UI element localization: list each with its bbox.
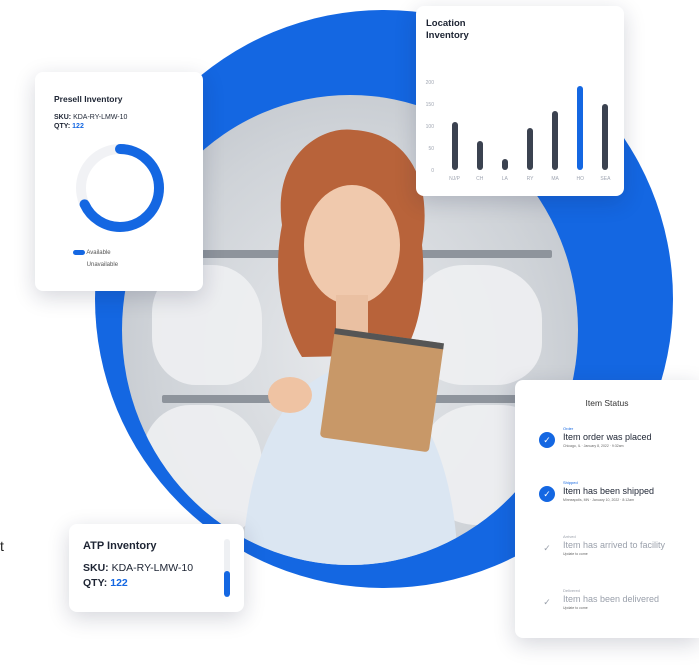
location-x-tick: RY — [526, 176, 534, 182]
check-icon: ✓ — [539, 594, 555, 610]
status-stage: Delivered — [563, 588, 580, 593]
location-bar-ch — [476, 141, 483, 170]
location-inventory-card: Location Inventory 200 150 100 50 0 NJ/P CH LA… — [416, 6, 624, 196]
stray-text: t — [0, 538, 4, 554]
location-bar-ry — [527, 128, 533, 170]
status-subtext: Update to come — [563, 552, 588, 556]
item-status-card: Item Status ✓ Order Item order was placed C… — [515, 380, 699, 638]
presell-sku-value: KDA-RY-LMW-10 — [73, 114, 128, 121]
location-x-axis: NJ/P CH LA RY MA HO SEA — [442, 176, 618, 184]
status-title-text: Item has been delivered — [563, 594, 660, 604]
location-title-line2: Inventory — [426, 30, 469, 41]
check-icon: ✓ — [539, 432, 555, 448]
presell-qty-value: 122 — [72, 123, 84, 130]
location-y-tick: 0 — [431, 168, 434, 174]
atp-sku-value: KDA-RY-LMW-10 — [111, 562, 194, 574]
status-title: Item Status — [585, 398, 629, 408]
legend-available-swatch — [73, 250, 85, 255]
legend-available-label: Available — [86, 250, 111, 257]
status-subtext: Chicago, IL · January 8, 2022 · 9:32am — [563, 444, 624, 448]
status-title-text: Item has arrived to facility — [563, 540, 666, 550]
location-bar-sea — [602, 104, 609, 170]
location-x-tick: NJ/P — [449, 176, 460, 182]
check-icon: ✓ — [539, 486, 555, 502]
check-icon: ✓ — [539, 540, 555, 556]
status-subtext: Update to come — [563, 606, 588, 610]
location-x-tick: SEA — [600, 176, 611, 182]
presell-inventory-card: Presell Inventory SKU: KDA-RY-LMW-10 QTY… — [35, 72, 203, 291]
atp-level-fill — [224, 570, 230, 597]
location-y-tick: 150 — [425, 102, 434, 108]
status-subtext: Minneapolis, MN · January 10, 2022 · 8:1… — [563, 498, 635, 502]
location-bar-njp — [451, 121, 458, 170]
location-x-tick: LA — [501, 176, 508, 182]
atp-qty-label: QTY: — [83, 577, 108, 589]
status-stage: Arrived — [563, 534, 576, 539]
status-stage: Shipped — [563, 480, 578, 485]
atp-sku-label: SKU: — [83, 562, 109, 574]
location-title-line1: Location — [426, 18, 466, 29]
atp-qty-value: 122 — [110, 577, 128, 589]
presell-title: Presell Inventory — [54, 94, 123, 104]
atp-inventory-card: ATP Inventory SKU: KDA-RY-LMW-10 QTY: 12… — [69, 524, 244, 612]
status-row: ✓ Arrived Item has arrived to facility Upda… — [539, 534, 693, 562]
location-x-tick: MA — [551, 176, 559, 182]
location-y-tick: 50 — [428, 146, 434, 152]
presell-qty-label: QTY: — [54, 123, 71, 130]
location-y-tick: 200 — [425, 80, 434, 86]
presell-donut-chart — [76, 144, 164, 232]
location-x-tick: CH — [476, 176, 484, 182]
location-x-tick: HO — [576, 176, 585, 182]
atp-title: ATP Inventory — [83, 540, 157, 552]
location-y-axis: 200 150 100 50 0 — [420, 80, 440, 174]
status-row: ✓ Delivered Item has been delivered Update … — [539, 588, 693, 616]
status-title-text: Item order was placed — [563, 432, 652, 442]
location-bar-ho — [577, 86, 584, 170]
location-bar-ma — [552, 110, 559, 170]
presell-sku-label: SKU: — [54, 114, 72, 121]
status-stage: Order — [563, 426, 574, 431]
legend-unavailable-swatch — [73, 262, 85, 267]
location-bar-plot — [442, 82, 618, 170]
location-y-tick: 100 — [425, 124, 434, 130]
atp-level-track — [224, 539, 230, 597]
legend-unavailable-label: Unavailable — [86, 262, 119, 269]
status-row: ✓ Order Item order was placed Chicago, IL ·… — [539, 426, 693, 454]
location-bar-la — [501, 159, 508, 170]
status-title-text: Item has been shipped — [563, 486, 655, 496]
status-row: ✓ Shipped Item has been shipped Minneapolis… — [539, 480, 693, 508]
